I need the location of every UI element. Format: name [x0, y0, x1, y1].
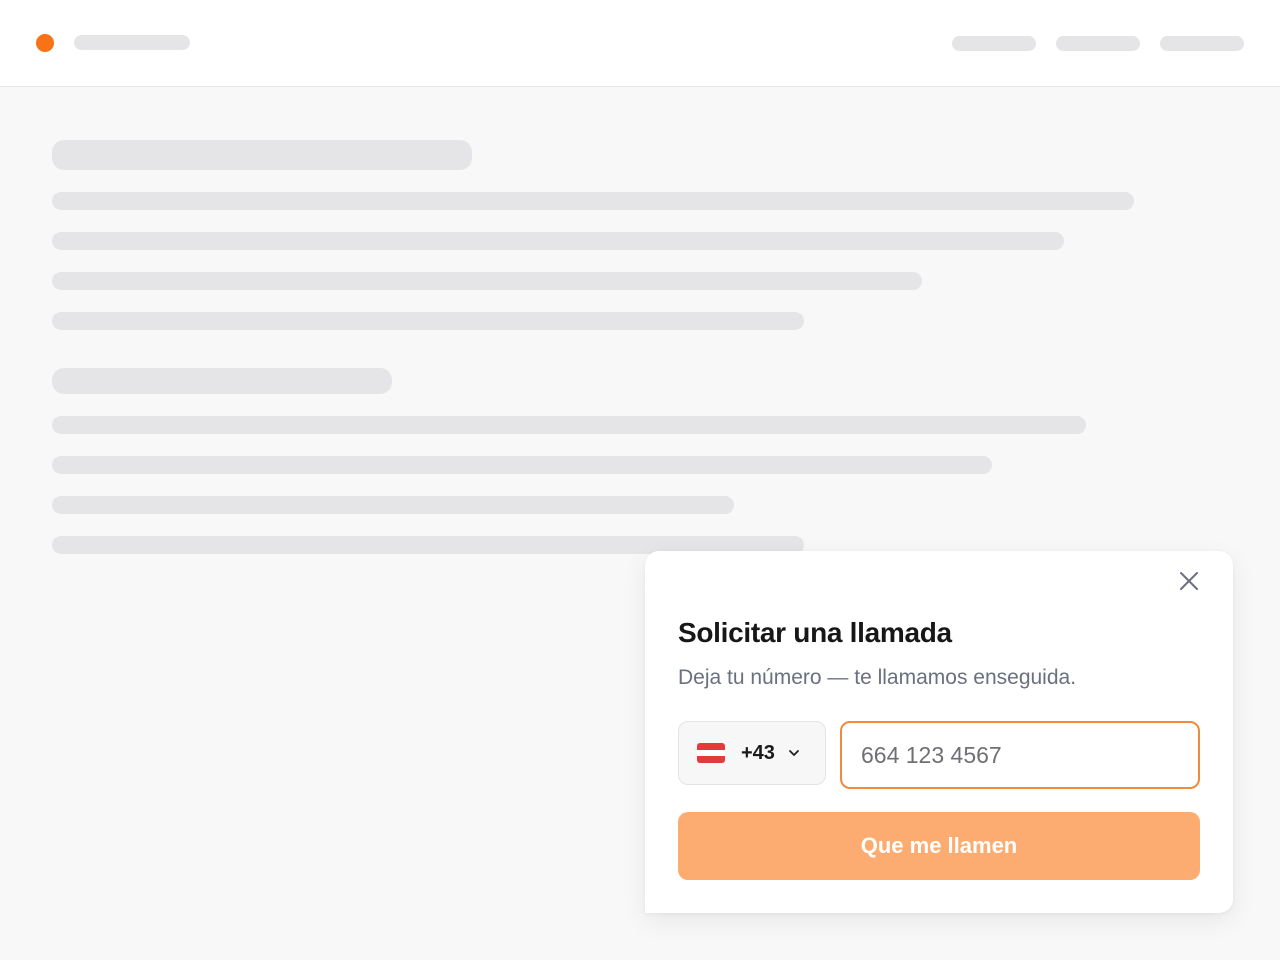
request-call-button[interactable]: Que me llamen: [678, 812, 1200, 880]
text-line-skeleton: [52, 232, 1064, 250]
text-line-skeleton: [52, 312, 804, 330]
text-line-skeleton: [52, 456, 992, 474]
country-dial-code: +43: [741, 741, 775, 764]
chevron-down-icon: [787, 746, 801, 760]
nav-link-skeleton[interactable]: [1056, 36, 1140, 51]
brand-name-skeleton: [74, 35, 190, 50]
text-line-skeleton: [52, 272, 922, 290]
nav-link-skeleton[interactable]: [1160, 36, 1244, 51]
country-code-selector[interactable]: +43: [678, 721, 826, 785]
popup-title: Solicitar una llamada: [678, 617, 952, 648]
phone-number-input[interactable]: [840, 721, 1200, 789]
subheading-skeleton: [52, 368, 392, 394]
close-icon: [1180, 572, 1198, 590]
callback-request-popup: Solicitar una llamada Deja tu número — t…: [645, 551, 1233, 913]
top-bar: [0, 0, 1280, 87]
nav-link-skeleton[interactable]: [952, 36, 1036, 51]
close-button[interactable]: [1175, 567, 1203, 595]
text-line-skeleton: [52, 416, 1086, 434]
text-line-skeleton: [52, 192, 1134, 210]
text-line-skeleton: [52, 496, 734, 514]
austria-flag-icon: [697, 743, 725, 763]
brand-logo-dot[interactable]: [36, 34, 54, 52]
heading-skeleton: [52, 140, 472, 170]
popup-subtitle: Deja tu número — te llamamos enseguida.: [678, 666, 1077, 689]
